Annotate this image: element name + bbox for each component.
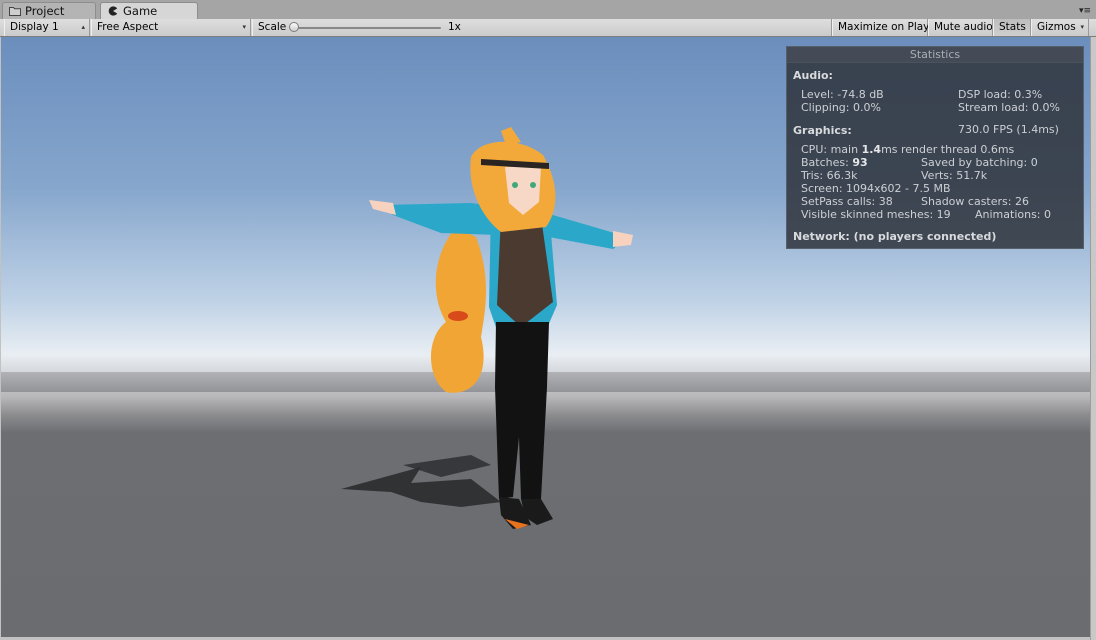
stream-load: Stream load: 0.0%: [958, 101, 1060, 114]
verts-count: Verts: 51.7k: [921, 169, 988, 182]
character-right-hand: [613, 231, 633, 247]
animations-count: Animations: 0: [975, 208, 1052, 221]
folder-icon: [9, 7, 21, 16]
gizmos-dropdown[interactable]: Gizmos ▾: [1031, 19, 1089, 36]
screen-size: Screen: 1094x602 - 7.5 MB: [801, 182, 951, 195]
character-right-eye: [530, 182, 536, 188]
character-left-eye: [512, 182, 518, 188]
audio-clipping: Clipping: 0.0%: [801, 101, 881, 114]
pacman-icon: [108, 6, 118, 16]
maximize-on-play-label: Maximize on Play: [838, 21, 930, 33]
aspect-dropdown[interactable]: Free Aspect ▾: [91, 19, 251, 36]
tab-project[interactable]: Project: [2, 2, 96, 19]
tab-game-label: Game: [123, 4, 158, 18]
setpass-calls: SetPass calls: 38: [801, 195, 893, 208]
batches-prefix: Batches:: [801, 156, 853, 169]
batches: Batches: 93: [801, 156, 868, 169]
character-ponytail: [431, 227, 486, 393]
statistics-panel: Statistics Audio: Level: -74.8 dB DSP lo…: [786, 46, 1084, 249]
window-tab-strip: Project Game ▾≡: [0, 0, 1096, 20]
cpu-main-value: 1.4: [861, 143, 882, 156]
graphics-section-header: Graphics:: [793, 124, 852, 137]
scale-value: 1x: [448, 21, 461, 33]
dsp-load: DSP load: 0.3%: [958, 88, 1043, 101]
fps-readout: 730.0 FPS (1.4ms): [958, 123, 1059, 136]
scale-slider-handle[interactable]: [289, 22, 299, 32]
tris-count: Tris: 66.3k: [801, 169, 858, 182]
batches-value: 93: [852, 156, 868, 169]
stats-button[interactable]: Stats: [993, 19, 1031, 36]
dropdown-arrow-icon: ▾: [242, 23, 246, 31]
cpu-prefix: CPU: main: [801, 143, 862, 156]
display-dropdown-label: Display 1: [10, 21, 59, 33]
character-legs: [495, 322, 549, 499]
character-left-hand: [369, 200, 396, 215]
shadow-casters: Shadow casters: 26: [921, 195, 1029, 208]
stats-label: Stats: [999, 21, 1026, 33]
mute-audio-button[interactable]: Mute audio: [928, 19, 993, 36]
cpu-timing: CPU: main 1.4ms render thread 0.6ms: [801, 143, 1014, 156]
audio-section-header: Audio:: [793, 69, 833, 82]
network-status: Network: (no players connected): [793, 230, 997, 243]
audio-level: Level: -74.8 dB: [801, 88, 884, 101]
scale-label: Scale: [258, 21, 287, 33]
game-view-toolbar: Display 1 ▴ Free Aspect ▾ Scale 1x Maxim…: [0, 19, 1096, 37]
tab-menu-icon[interactable]: ▾≡: [1079, 6, 1091, 16]
cpu-suffix: ms render thread 0.6ms: [881, 143, 1015, 156]
tab-project-label: Project: [25, 4, 65, 18]
character-shadow: [341, 467, 501, 507]
hair-tie: [448, 311, 468, 321]
display-dropdown[interactable]: Display 1 ▴: [4, 19, 90, 36]
tab-game[interactable]: Game: [100, 2, 198, 20]
dropdown-arrow-icon: ▾: [1080, 23, 1084, 31]
mute-audio-label: Mute audio: [934, 21, 993, 33]
updown-arrow-icon: ▴: [81, 23, 85, 31]
visible-skinned-meshes: Visible skinned meshes: 19: [801, 208, 951, 221]
saved-by-batching: Saved by batching: 0: [921, 156, 1038, 169]
vertical-scrollbar[interactable]: [1090, 37, 1096, 640]
statistics-title: Statistics: [787, 47, 1083, 63]
gizmos-label: Gizmos: [1037, 21, 1076, 33]
scale-slider-track[interactable]: [293, 27, 441, 29]
aspect-dropdown-label: Free Aspect: [97, 21, 159, 33]
maximize-on-play-button[interactable]: Maximize on Play: [832, 19, 930, 36]
